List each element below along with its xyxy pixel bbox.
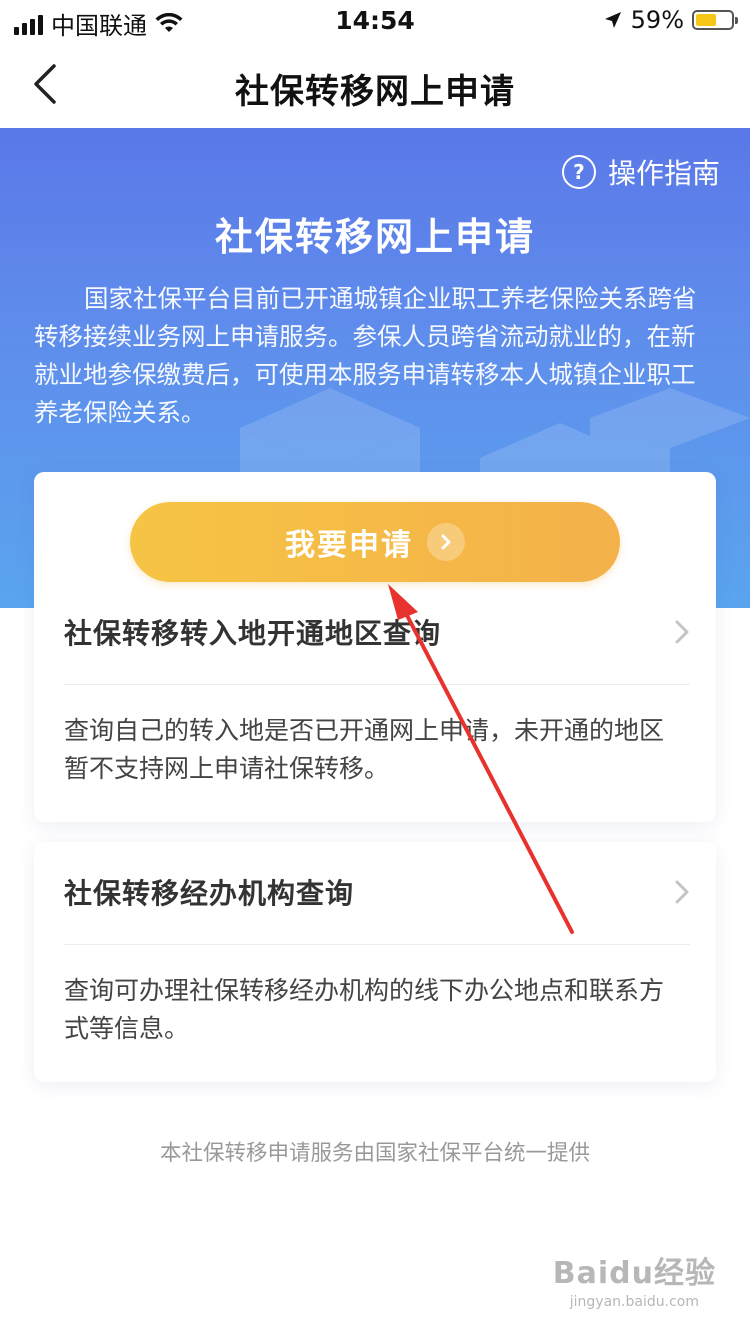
- open-regions-title: 社保转移转入地开通地区查询: [64, 617, 442, 650]
- guide-label: 操作指南: [607, 157, 720, 190]
- divider: [64, 944, 690, 945]
- apply-button[interactable]: 我要申请: [130, 502, 620, 582]
- status-right: 59%: [603, 6, 738, 34]
- divider: [64, 684, 690, 685]
- page-title: 社保转移网上申请: [235, 72, 515, 112]
- watermark-logo: Baidu经验 jingyan.baidu.com: [552, 1256, 716, 1310]
- agency-query-description: 查询可办理社保转移经办机构的线下办公地点和联系方式等信息。: [64, 976, 665, 1043]
- open-regions-query-link[interactable]: 社保转移转入地开通地区查询: [64, 612, 690, 652]
- battery-percent: 59%: [630, 6, 684, 34]
- location-icon: [604, 12, 621, 28]
- nav-bar: 社保转移网上申请: [0, 42, 750, 128]
- app-screen: 中国联通 14:54 59% 社保转移网上申请 ? 操作指南 社保转移网上申请 …: [0, 0, 750, 1334]
- battery-icon: [692, 10, 738, 30]
- apply-button-label: 我要申请: [285, 528, 413, 563]
- question-circle-icon: ?: [561, 155, 596, 189]
- hero-title: 社保转移网上申请: [214, 215, 535, 259]
- service-card-agencies: 社保转移经办机构查询 查询可办理社保转移经办机构的线下办公地点和联系方式等信息。: [34, 842, 716, 1082]
- footer-note: 本社保转移申请服务由国家社保平台统一提供: [159, 1141, 590, 1166]
- agency-query-link[interactable]: 社保转移经办机构查询: [64, 872, 690, 912]
- agency-query-title: 社保转移经办机构查询: [64, 877, 355, 910]
- chevron-right-icon: [675, 620, 689, 644]
- battery-fill: [696, 14, 716, 26]
- open-regions-description: 查询自己的转入地是否已开通网上申请，未开通的地区暂不支持网上申请社保转移。: [64, 716, 665, 783]
- guide-link[interactable]: ? 操作指南: [561, 152, 720, 192]
- hero-description: 国家社保平台目前已开通城镇企业职工养老保险关系跨省转移接续业务网上申请服务。参保…: [34, 284, 697, 427]
- chevron-right-icon: [675, 880, 689, 904]
- arrow-right-circle-icon: [427, 523, 465, 561]
- service-card-open-regions: 我要申请 社保转移转入地开通地区查询 查询自己的转入地是否已开通网上申请，未开通…: [34, 472, 716, 822]
- status-bar: 中国联通 14:54 59%: [0, 0, 750, 42]
